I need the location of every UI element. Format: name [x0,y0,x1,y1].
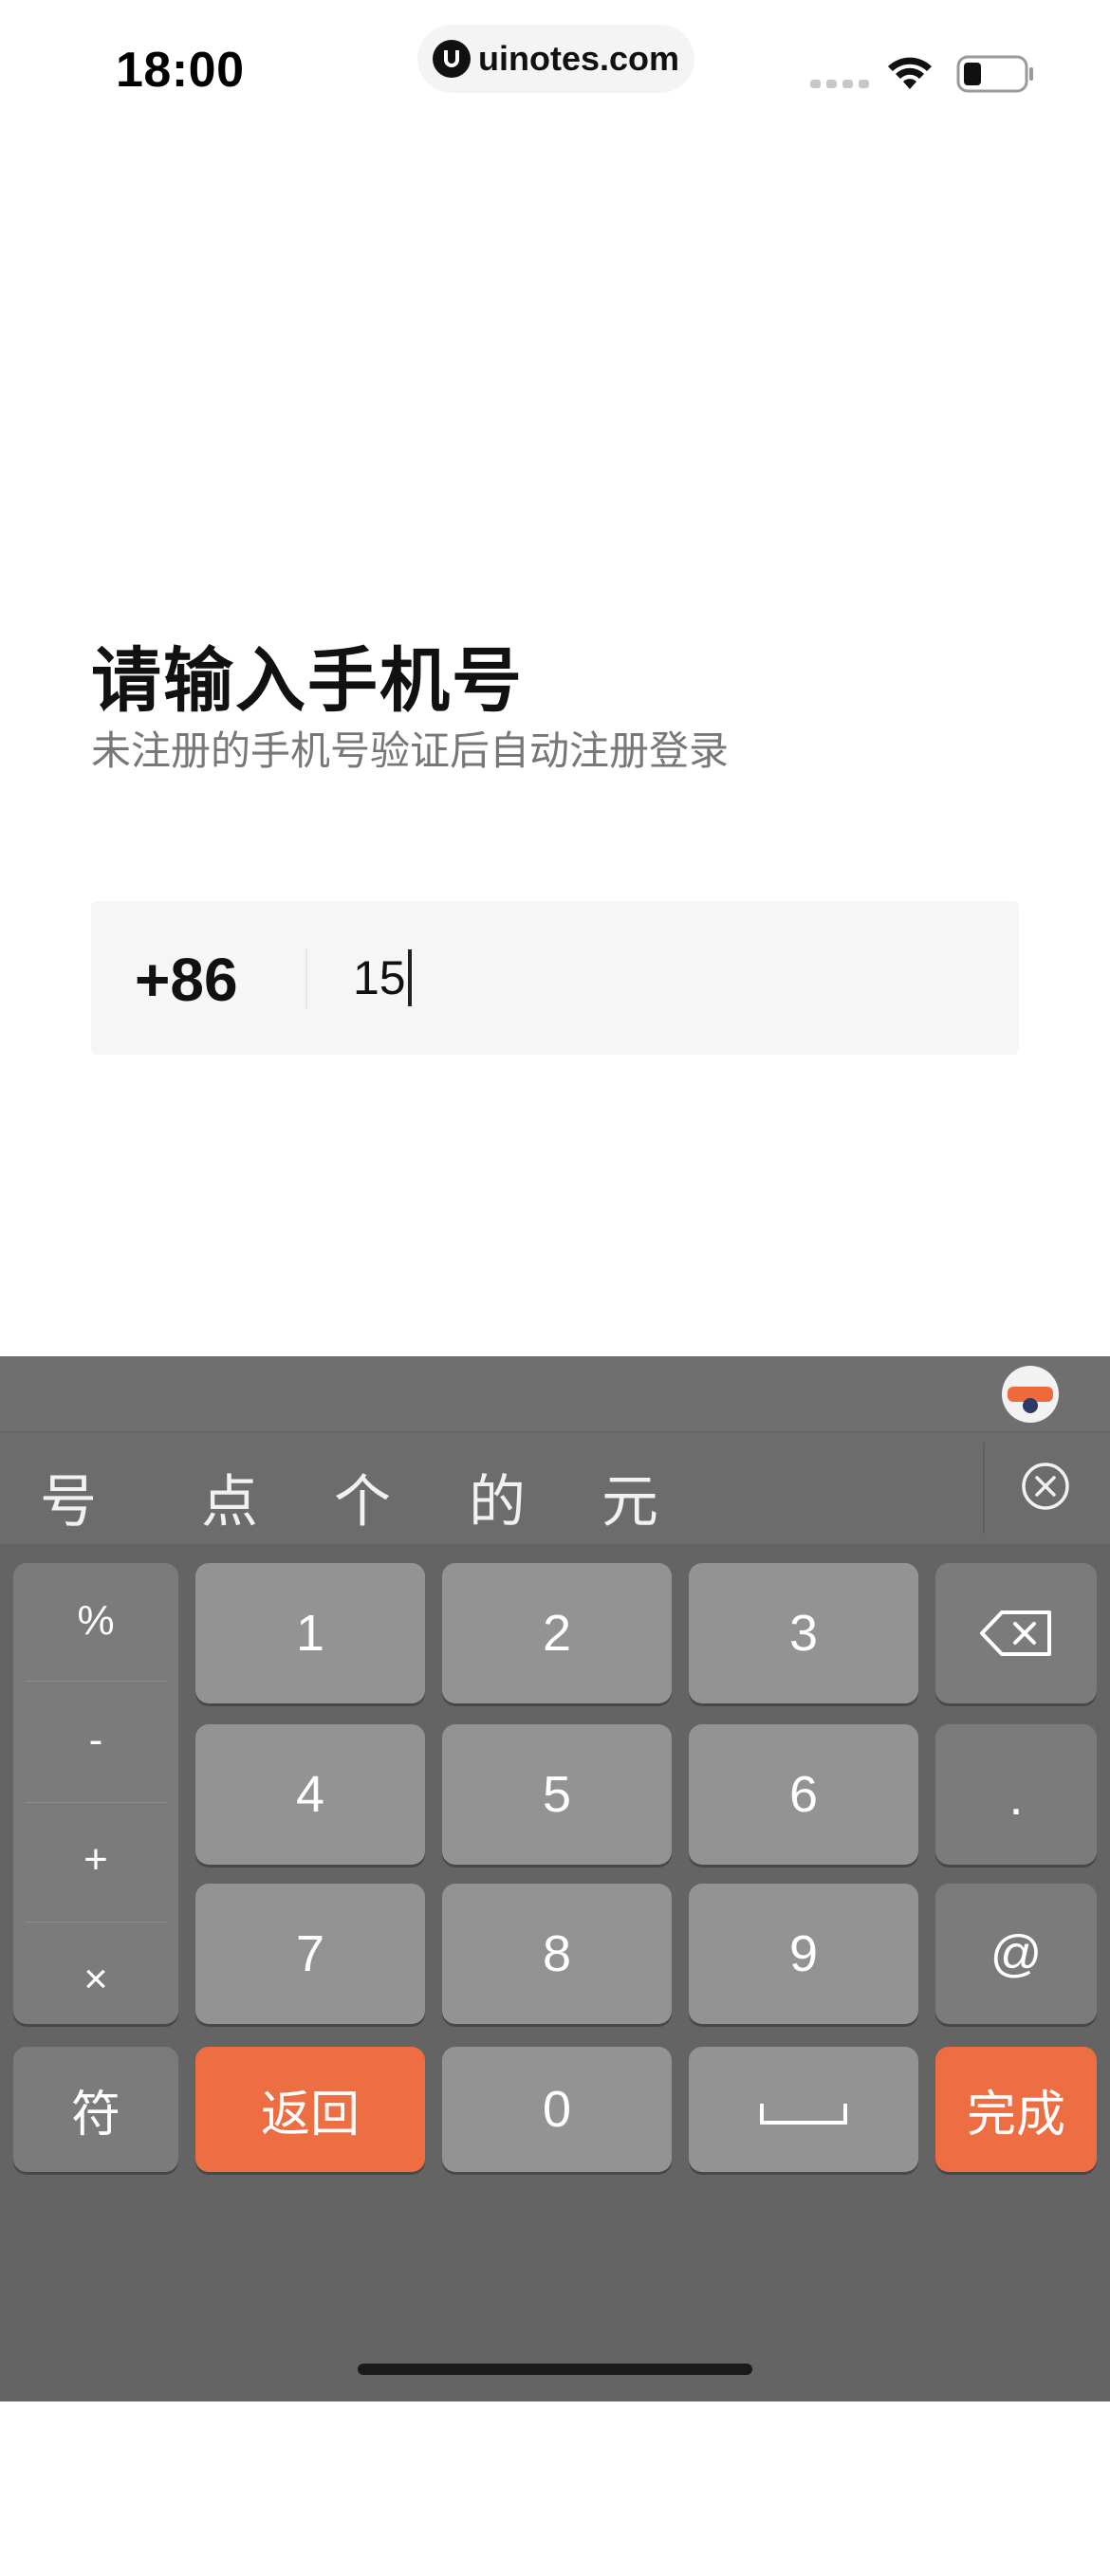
watermark-text: uinotes.com [477,39,680,78]
cellular-signal-icon [810,80,869,88]
wifi-icon [888,57,932,89]
phone-number-field[interactable]: 15 [353,948,412,1007]
key-dot[interactable]: . [935,1724,1097,1865]
done-key[interactable]: 完成 [935,2047,1097,2172]
symbol-key-multiply[interactable]: × [13,1922,178,2036]
key-3[interactable]: 3 [689,1563,918,1703]
key-5[interactable]: 5 [442,1724,672,1865]
symbol-key-plus[interactable]: + [13,1802,178,1917]
key-9[interactable]: 9 [689,1884,918,2024]
symbol-column: % - + × [13,1563,178,2024]
key-8[interactable]: 8 [442,1884,672,2024]
divider [305,948,307,1009]
back-key[interactable]: 返回 [195,2047,425,2172]
home-indicator[interactable] [358,2364,752,2375]
text-caret [407,949,412,1006]
country-code-selector[interactable]: +86 [135,945,238,1015]
key-6[interactable]: 6 [689,1724,918,1865]
page-title: 请输入手机号 [91,640,524,722]
backspace-key[interactable] [935,1563,1097,1703]
watermark-badge: uinotes.com [417,25,694,93]
candidate-word[interactable]: 元 [601,1456,658,1538]
key-2[interactable]: 2 [442,1563,672,1703]
status-time: 18:00 [116,43,245,98]
candidate-word[interactable]: 点 [201,1456,258,1538]
phone-number-value: 15 [353,951,406,1004]
candidate-word[interactable]: 个 [334,1456,391,1538]
keyboard-mascot-icon[interactable] [1002,1366,1059,1423]
phone-input-box[interactable]: +86 15 [91,901,1019,1055]
backspace-icon [980,1610,1051,1656]
page-subtitle: 未注册的手机号验证后自动注册登录 [91,727,730,774]
key-1[interactable]: 1 [195,1563,425,1703]
keyboard: 号 点 个 的 元 % - + × 1 2 3 4 5 6 . 7 8 9 @ … [0,1356,1110,2574]
space-icon [760,2104,847,2125]
candidate-bar: 号 点 个 的 元 [0,1432,1110,1545]
candidate-word[interactable]: 的 [469,1456,526,1538]
uinotes-logo-icon [432,40,471,78]
space-key[interactable] [689,2047,918,2172]
key-area: % - + × 1 2 3 4 5 6 . 7 8 9 @ 符 返回 0 完成 [0,1544,1110,2574]
clear-candidates-icon[interactable] [1021,1462,1070,1511]
candidate-word[interactable]: 号 [40,1456,97,1538]
symbol-key-percent[interactable]: % [13,1563,178,1678]
keyboard-toolbar [0,1356,1110,1430]
candidate-divider [983,1443,985,1534]
battery-icon [956,55,1033,93]
key-0[interactable]: 0 [442,2047,672,2172]
symbol-key-minus[interactable]: - [13,1683,178,1797]
key-7[interactable]: 7 [195,1884,425,2024]
globe-icon[interactable] [80,2496,159,2576]
key-at[interactable]: @ [935,1884,1097,2024]
divider [25,1681,167,1682]
symbols-key[interactable]: 符 [13,2047,178,2172]
key-4[interactable]: 4 [195,1724,425,1865]
